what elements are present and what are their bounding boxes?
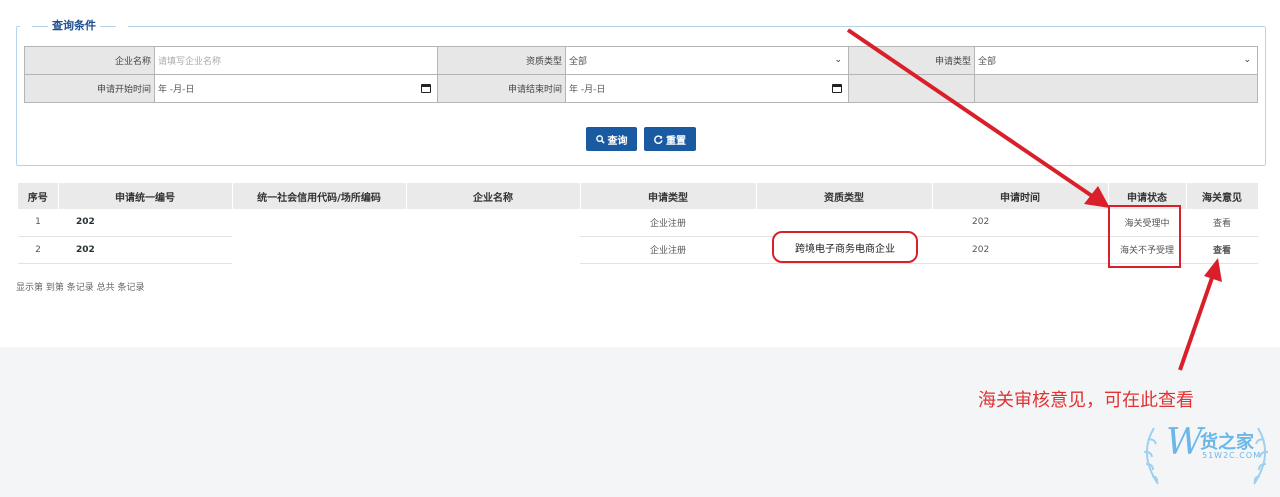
col-header-type: 申请类型: [580, 183, 757, 209]
cell-type: 企业注册: [580, 209, 756, 237]
apply-type-select[interactable]: 全部 ⌄: [974, 46, 1258, 75]
col-header-qual: 资质类型: [756, 183, 933, 209]
cell-code: 202: [58, 236, 232, 264]
page-footer-area: [0, 347, 1280, 497]
cell-date: 202: [932, 236, 1108, 264]
company-name-label: 企业名称: [24, 46, 155, 75]
cell-company: [406, 236, 580, 263]
empty-label-cell: [848, 74, 975, 103]
pagination-info: 显示第 到第 条记录 总共 条记录: [16, 283, 145, 293]
chevron-down-icon: ⌄: [834, 55, 842, 65]
view-opinion-link[interactable]: 查看: [1186, 209, 1258, 237]
cell-credit: [232, 209, 406, 236]
watermark: W 货之家 51W2C.COM: [1136, 418, 1276, 492]
cell-code: 202: [58, 209, 232, 237]
chevron-down-icon: ⌄: [1243, 55, 1251, 65]
search-button[interactable]: 查询: [586, 127, 637, 151]
end-date-label: 申请结束时间: [437, 74, 566, 103]
empty-value-cell: [974, 74, 1258, 103]
cell-credit: [232, 236, 406, 263]
calendar-icon[interactable]: [832, 84, 842, 93]
start-date-label: 申请开始时间: [24, 74, 155, 103]
end-date-input[interactable]: 年 -月-日: [565, 74, 849, 103]
annotation-text: 海关审核意见，可在此查看: [978, 390, 1194, 411]
col-header-company: 企业名称: [406, 183, 581, 209]
search-icon: [595, 134, 605, 144]
table-row: 2 202 企业注册 202 海关不予受理 查看: [18, 236, 1258, 264]
col-header-opinion: 海关意见: [1186, 183, 1259, 209]
company-name-input[interactable]: 请填写企业名称: [154, 46, 438, 75]
query-form: 企业名称 请填写企业名称 资质类型 全部 ⌄ 申请类型 全部 ⌄ 申请开始时间 年 …: [24, 46, 1258, 103]
table-header-row: 序号 申请统一编号 统一社会信用代码/场所编码 企业名称 申请类型 资质类型 申…: [18, 183, 1259, 209]
refresh-icon: [654, 134, 663, 144]
col-header-date: 申请时间: [932, 183, 1109, 209]
start-date-input[interactable]: 年 -月-日: [154, 74, 438, 103]
qualification-type-label: 资质类型: [437, 46, 566, 75]
cell-no: 1: [18, 209, 58, 237]
results-table: 序号 申请统一编号 统一社会信用代码/场所编码 企业名称 申请类型 资质类型 申…: [18, 183, 1259, 264]
watermark-domain: 51W2C.COM: [1202, 451, 1262, 460]
status-highlight-box: [1108, 205, 1181, 268]
cell-no: 2: [18, 236, 58, 264]
col-header-code: 申请统一编号: [58, 183, 233, 209]
col-header-no: 序号: [18, 183, 59, 209]
calendar-icon[interactable]: [421, 84, 431, 93]
cell-date: 202: [932, 209, 1108, 237]
query-legend: 查询条件: [20, 17, 128, 33]
qualification-type-select[interactable]: 全部 ⌄: [565, 46, 849, 75]
reset-button[interactable]: 重置: [644, 127, 696, 151]
highlighted-qualification: 跨境电子商务电商企业: [772, 231, 918, 263]
col-header-credit: 统一社会信用代码/场所编码: [232, 183, 407, 209]
view-opinion-link[interactable]: 查看: [1186, 236, 1258, 264]
watermark-logo: W: [1166, 422, 1204, 463]
cell-type: 企业注册: [580, 236, 756, 264]
apply-type-label: 申请类型: [848, 46, 975, 75]
cell-company: [406, 209, 580, 236]
table-row: 1 202 企业注册 202 海关受理中 查看: [18, 209, 1258, 237]
